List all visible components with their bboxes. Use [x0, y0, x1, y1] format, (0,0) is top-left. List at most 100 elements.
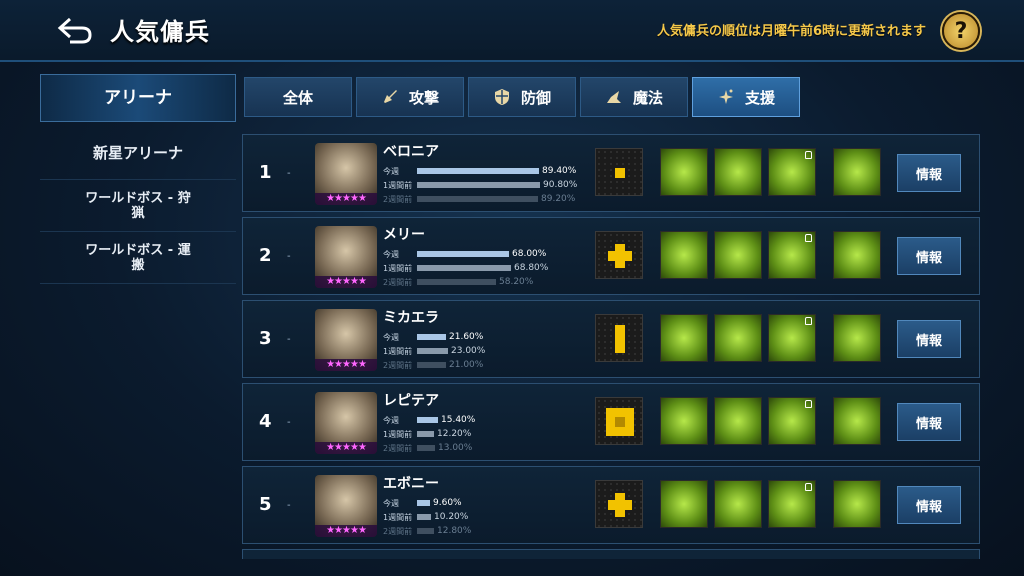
back-arrow-icon [57, 17, 92, 44]
info-button[interactable]: 情報 [897, 320, 961, 358]
skill-icon[interactable] [660, 480, 708, 528]
passive-skill-icon[interactable] [833, 480, 881, 528]
progress-bar [417, 265, 511, 271]
attack-pattern-icon[interactable] [595, 231, 643, 279]
rank-number: 4 [259, 411, 272, 432]
character-portrait[interactable]: ★★★★★ [315, 226, 377, 288]
progress-bar [417, 431, 434, 437]
question-mark-icon: ? [954, 18, 968, 44]
rank-number: 2 [259, 245, 272, 266]
character-portrait[interactable]: ★★★★★ [315, 475, 377, 537]
sidebar-item-worldboss-transport[interactable]: ワールドボス - 運搬 [40, 232, 236, 284]
rank-dash: - [287, 417, 291, 428]
locked-skill-icon[interactable] [768, 397, 816, 445]
passive-skill-icon[interactable] [833, 148, 881, 196]
sidebar-item-label: アリーナ [104, 87, 172, 108]
lock-icon [805, 400, 812, 408]
attack-pattern-icon[interactable] [595, 314, 643, 362]
stat-label: 1週間前 [383, 180, 413, 190]
list-item: 5 - ★★★★★ エボニー 今週 9.60% 1週間前 10.20% 2週間前… [242, 466, 980, 544]
tab-support[interactable]: 支援 [692, 77, 800, 117]
tab-all[interactable]: 全体 [244, 77, 352, 117]
tab-label: 防御 [520, 88, 551, 107]
skill-icon[interactable] [714, 314, 762, 362]
lock-icon [805, 151, 812, 159]
tab-label: 攻撃 [408, 88, 439, 107]
passive-skill-icon[interactable] [833, 314, 881, 362]
star-rating: ★★★★★ [315, 359, 377, 371]
info-button[interactable]: 情報 [897, 237, 961, 275]
locked-skill-icon[interactable] [768, 148, 816, 196]
stat-this-week: 今週 9.60% [383, 497, 462, 509]
locked-skill-icon[interactable] [768, 480, 816, 528]
skill-icon[interactable] [660, 397, 708, 445]
stat-value: 90.80% [543, 180, 578, 190]
skill-icon[interactable] [660, 231, 708, 279]
list-item: 2 - ★★★★★ メリー 今週 68.00% 1週間前 68.80% 2週間前… [242, 217, 980, 295]
tab-defense[interactable]: 防御 [468, 77, 576, 117]
progress-bar [417, 445, 435, 451]
tab-attack[interactable]: 攻撃 [356, 77, 464, 117]
skill-icon[interactable] [660, 148, 708, 196]
stat-two-weeks-ago: 2週間前 89.20% [383, 193, 575, 205]
category-tabs: 全体 攻撃 防御 魔法 支援 [244, 77, 800, 117]
attack-pattern-icon[interactable] [595, 397, 643, 445]
progress-bar [417, 362, 446, 368]
passive-skill-icon[interactable] [833, 231, 881, 279]
stat-this-week: 今週 15.40% [383, 414, 475, 426]
sword-icon [381, 88, 399, 106]
stat-one-week-ago: 1週間前 90.80% [383, 179, 577, 191]
sidebar-item-worldboss-hunt[interactable]: ワールドボス - 狩猟 [40, 180, 236, 232]
sidebar-item-label: 新星アリーナ [92, 144, 183, 162]
stat-two-weeks-ago: 2週間前 21.00% [383, 359, 483, 371]
stat-label: 1週間前 [383, 346, 413, 356]
skill-icon[interactable] [660, 314, 708, 362]
back-button[interactable] [52, 10, 98, 50]
tab-magic[interactable]: 魔法 [580, 77, 688, 117]
stat-label: 1週間前 [383, 263, 413, 273]
info-button[interactable]: 情報 [897, 154, 961, 192]
stat-label: 1週間前 [383, 512, 413, 522]
passive-skill-icon[interactable] [833, 397, 881, 445]
skill-icon[interactable] [714, 231, 762, 279]
star-rating: ★★★★★ [315, 276, 377, 288]
attack-pattern-icon[interactable] [595, 480, 643, 528]
rank-dash: - [287, 500, 291, 511]
attack-pattern-icon[interactable] [595, 148, 643, 196]
character-name: レピテア [383, 393, 439, 409]
stat-this-week: 今週 68.00% [383, 248, 546, 260]
stat-one-week-ago: 1週間前 68.80% [383, 262, 548, 274]
stat-one-week-ago: 1週間前 10.20% [383, 511, 468, 523]
locked-skill-icon[interactable] [768, 231, 816, 279]
sidebar-item-arena[interactable]: アリーナ [40, 74, 236, 122]
stat-value: 23.00% [451, 346, 486, 356]
stat-label: 2週間前 [383, 443, 413, 453]
rank-dash: - [287, 168, 291, 179]
stat-label: 2週間前 [383, 277, 413, 287]
stat-value: 68.00% [512, 249, 547, 259]
info-button[interactable]: 情報 [897, 403, 961, 441]
stat-label: 今週 [383, 498, 399, 508]
stat-two-weeks-ago: 2週間前 12.80% [383, 525, 471, 537]
stat-label: 2週間前 [383, 194, 413, 204]
stat-one-week-ago: 1週間前 12.20% [383, 428, 471, 440]
locked-skill-icon[interactable] [768, 314, 816, 362]
character-portrait[interactable]: ★★★★★ [315, 392, 377, 454]
sidebar-item-rookie-arena[interactable]: 新星アリーナ [40, 128, 236, 180]
tab-label: 支援 [744, 88, 775, 107]
character-name: メリー [383, 227, 425, 243]
help-button[interactable]: ? [942, 12, 980, 50]
info-button[interactable]: 情報 [897, 486, 961, 524]
stat-label: 今週 [383, 166, 399, 176]
stat-value: 9.60% [433, 498, 462, 508]
skill-icon[interactable] [714, 148, 762, 196]
stat-value: 15.40% [441, 415, 476, 425]
skill-icon[interactable] [714, 480, 762, 528]
character-portrait[interactable]: ★★★★★ [315, 143, 377, 205]
stat-value: 13.00% [438, 443, 473, 453]
shield-icon [493, 88, 511, 106]
tab-label: 全体 [282, 88, 313, 107]
sparkle-icon [717, 88, 735, 106]
character-portrait[interactable]: ★★★★★ [315, 309, 377, 371]
skill-icon[interactable] [714, 397, 762, 445]
